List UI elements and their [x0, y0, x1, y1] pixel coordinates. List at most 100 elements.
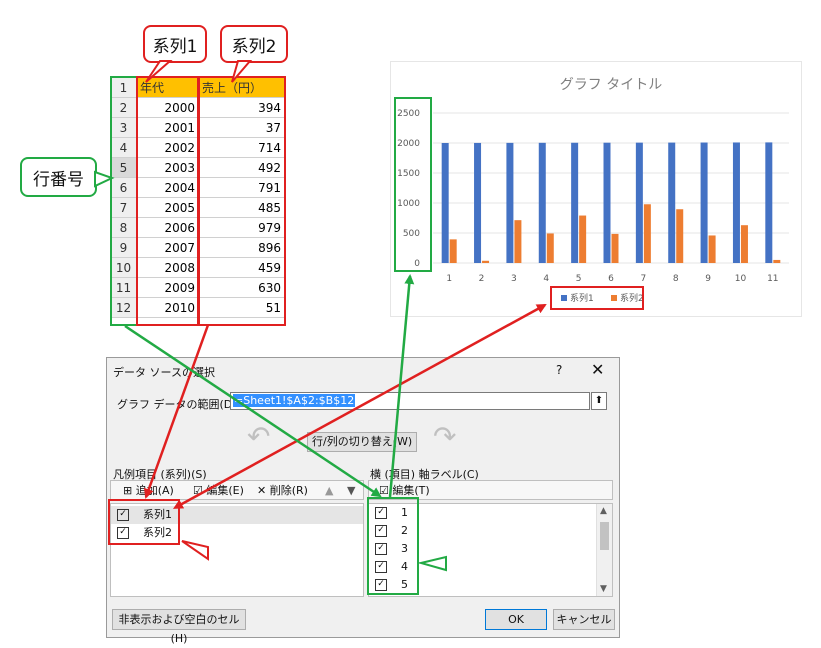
chart-area[interactable]: グラフ タイトル 0 500 1000 1500 2000 2500 1 2 3 4 5 6 7 8 9 10 1… [390, 61, 802, 317]
axis-item[interactable]: ✓ 3 [369, 540, 597, 558]
cell-year[interactable]: 2008 [136, 257, 199, 278]
bar-series1 [668, 142, 676, 263]
select-data-source-dialog: データ ソースの選択 ? ✕ グラフ データの範囲(D): =Sheet1!$A… [106, 357, 620, 645]
sheet-row: 7 2005 485 [110, 197, 285, 218]
cell-a1[interactable]: 年代 [136, 77, 199, 98]
row-header[interactable]: 3 [110, 117, 137, 138]
cell-year[interactable]: 2002 [136, 137, 199, 158]
cancel-button[interactable]: キャンセル [553, 609, 615, 630]
cell-sales[interactable]: 459 [198, 257, 285, 278]
sheet-row: 5 2003 492 [110, 157, 285, 178]
cell-sales[interactable]: 37 [198, 117, 285, 138]
edit-axis-button[interactable]: ☑ 編集(T) [379, 483, 430, 498]
bar-series2 [611, 233, 619, 263]
row-header[interactable]: 1 [110, 77, 137, 98]
cell-year[interactable]: 2000 [136, 97, 199, 118]
move-down-icon[interactable]: ▼ [347, 483, 355, 498]
y-tick-label: 2000 [397, 139, 420, 149]
help-button[interactable]: ? [556, 363, 562, 377]
sheet-row: 2 2000 394 [110, 97, 285, 118]
bar-series1 [603, 142, 611, 263]
row-header[interactable]: 7 [110, 197, 137, 218]
delete-series-button[interactable]: ✕ 削除(R) [257, 483, 308, 498]
cell-sales[interactable]: 791 [198, 177, 285, 198]
cell-year[interactable]: 2005 [136, 197, 199, 218]
checkbox-icon[interactable]: ✓ [375, 525, 387, 537]
x-tick-label: 4 [543, 274, 549, 284]
axis-scrollbar[interactable]: ▲ ▼ [596, 504, 612, 596]
ok-button[interactable]: OK [485, 609, 547, 630]
axis-item-label: 1 [401, 506, 408, 519]
row-header[interactable]: 8 [110, 217, 137, 238]
sheet-row: 3 2001 37 [110, 117, 285, 138]
edit-series-label: 編集(E) [206, 484, 244, 497]
checkbox-icon[interactable]: ✓ [375, 543, 387, 555]
cell-year[interactable]: 2001 [136, 117, 199, 138]
x-tick-label: 5 [576, 274, 582, 284]
axis-item[interactable]: ✓ 2 [369, 522, 597, 540]
cell-year[interactable]: 2004 [136, 177, 199, 198]
cell-sales[interactable]: 979 [198, 217, 285, 238]
axis-item[interactable]: ✓ 4 [369, 558, 597, 576]
cell-year[interactable]: 2003 [136, 157, 199, 178]
axis-item-label: 3 [401, 542, 408, 555]
legend-swatch [611, 295, 617, 301]
axis-list: ✓ 1 ✓ 2 ✓ 3 ✓ 4 ✓ 5 ▲ ▼ [368, 503, 613, 597]
row-header[interactable]: 11 [110, 277, 137, 298]
row-header[interactable]: 2 [110, 97, 137, 118]
cell-year[interactable]: 2006 [136, 217, 199, 238]
row-header[interactable]: 6 [110, 177, 137, 198]
callout-series2: 系列2 [220, 25, 288, 63]
y-tick-label: 1000 [397, 199, 420, 209]
row-header[interactable]: 4 [110, 137, 137, 158]
legend-toolbar: ⊞ 追加(A) ☑ 編集(E) ✕ 削除(R) ▲ ▼ [110, 480, 364, 500]
scroll-up-icon[interactable]: ▲ [600, 506, 607, 516]
series-item-label: 系列2 [143, 526, 172, 539]
legend-swatch [561, 295, 567, 301]
cell-sales[interactable]: 51 [198, 297, 285, 318]
axis-item[interactable]: ✓ 5 [369, 576, 597, 594]
checkbox-icon[interactable]: ✓ [117, 509, 129, 521]
callout-series1: 系列1 [143, 25, 207, 63]
cell-sales[interactable]: 630 [198, 277, 285, 298]
cell-year[interactable]: 2010 [136, 297, 199, 318]
cell-sales[interactable]: 394 [198, 97, 285, 118]
row-header[interactable]: 9 [110, 237, 137, 258]
cell-b1[interactable]: 売上（円） [198, 77, 285, 98]
checkbox-icon[interactable]: ✓ [375, 579, 387, 591]
checkbox-icon[interactable]: ✓ [117, 527, 129, 539]
hidden-cells-button[interactable]: 非表示および空白のセル(H) [112, 609, 246, 645]
row-header[interactable]: 12 [110, 297, 137, 318]
cell-year[interactable]: 2009 [136, 277, 199, 298]
series-item-1[interactable]: ✓ 系列1 [111, 506, 363, 524]
range-input[interactable]: =Sheet1!$A$2:$B$12 [230, 392, 590, 410]
axis-item-label: 2 [401, 524, 408, 537]
screenshot-root: 1 年代 売上（円） 2 2000 394 3 2001 37 4 2002 714 5 2003 4… [0, 0, 821, 647]
x-tick-label: 9 [705, 274, 711, 284]
axis-item[interactable]: ✓ 1 [369, 504, 597, 522]
add-series-button[interactable]: ⊞ 追加(A) [123, 483, 174, 498]
scroll-thumb[interactable] [600, 522, 609, 550]
scroll-down-icon[interactable]: ▼ [600, 584, 607, 594]
series-list: ✓ 系列1 ✓ 系列2 [110, 503, 364, 597]
cell-year[interactable]: 2007 [136, 237, 199, 258]
checkbox-icon[interactable]: ✓ [375, 561, 387, 573]
close-icon[interactable]: ✕ [591, 360, 604, 379]
row-header[interactable]: 5 [110, 157, 137, 178]
bar-series2 [579, 215, 587, 263]
edit-series-button[interactable]: ☑ 編集(E) [193, 483, 244, 498]
checkbox-icon[interactable]: ✓ [375, 507, 387, 519]
bar-series2 [449, 239, 457, 263]
cell-sales[interactable]: 896 [198, 237, 285, 258]
row-header[interactable]: 10 [110, 257, 137, 278]
series-item-2[interactable]: ✓ 系列2 [111, 524, 363, 542]
cell-sales[interactable]: 492 [198, 157, 285, 178]
cell-sales[interactable]: 485 [198, 197, 285, 218]
move-up-icon[interactable]: ▲ [325, 483, 333, 498]
switch-row-column-button[interactable]: 行/列の切り替え(W) [307, 432, 417, 452]
bar-series1 [635, 142, 643, 263]
cell-sales[interactable]: 714 [198, 137, 285, 158]
bar-series1 [732, 142, 740, 263]
x-tick-label: 2 [479, 274, 485, 284]
collapse-range-icon[interactable]: ⬆ [591, 392, 607, 410]
